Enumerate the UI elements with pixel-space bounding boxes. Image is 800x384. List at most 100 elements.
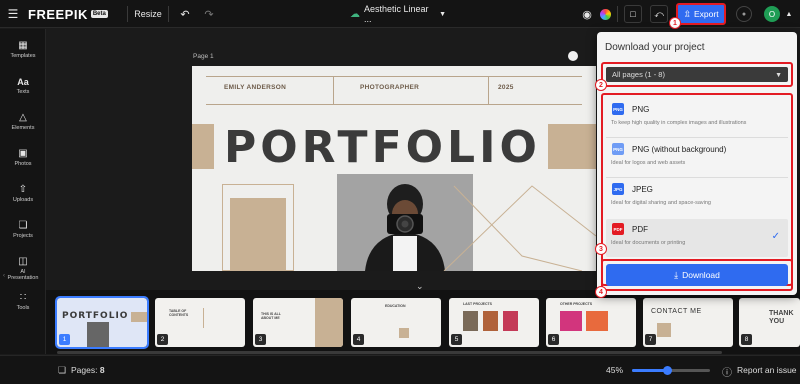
slide-title: PORTFOLIO: [224, 122, 541, 173]
undo-icon[interactable]: ↶: [178, 0, 192, 28]
divider: [606, 177, 788, 178]
zoom-slider-handle[interactable]: [663, 366, 673, 375]
thumbnail-page-8[interactable]: THANK YOU 8: [739, 298, 800, 347]
report-issue-link[interactable]: Report an issue: [737, 365, 797, 375]
status-bar: ❏ Pages: 8 45% ⓘ Report an issue: [0, 355, 800, 384]
filmstrip: PORTFOLIO 1 TABLE OF CONTENTS 2 THIS IS …: [46, 290, 800, 354]
thumb-number: 4: [353, 334, 364, 345]
decor-block: [131, 312, 147, 322]
chevron-down-icon: ▼: [775, 72, 782, 79]
decor-block: [399, 328, 409, 338]
sidebar-item-label: AI Presentation: [7, 268, 39, 282]
format-description: Ideal for documents or printing: [611, 240, 686, 246]
format-option-png[interactable]: PNG PNG To keep high quality in complex …: [606, 99, 788, 137]
thumbnail-page-5[interactable]: LAST PROJECTS 5: [449, 298, 539, 347]
decor-block: [192, 124, 214, 169]
format-option-jpeg[interactable]: JPG JPEG Ideal for digital sharing and s…: [606, 179, 788, 217]
format-name: JPEG: [632, 185, 653, 194]
pages-icon: ❏: [58, 365, 67, 375]
png-file-icon: PNG: [612, 143, 624, 155]
share-icon[interactable]: ⤺: [650, 5, 668, 23]
sidebar-item-projects[interactable]: ❏ Projects: [0, 213, 46, 247]
sidebar-item-label: Templates: [10, 53, 36, 59]
pages-count[interactable]: Pages: 8: [71, 365, 105, 375]
image-icon: ▣: [18, 148, 28, 159]
photographer-image: [337, 174, 473, 271]
thumb-photo: [503, 311, 518, 331]
decor-block: [657, 323, 671, 337]
beta-badge: Beta: [90, 10, 108, 18]
thumb-number: 3: [255, 334, 266, 345]
comment-icon[interactable]: □: [624, 5, 642, 23]
menu-icon[interactable]: ☰: [6, 0, 20, 28]
export-icon: ⇫: [683, 8, 691, 19]
sidebar-item-texts[interactable]: Aa Texts: [0, 69, 46, 103]
divider: [168, 6, 169, 22]
page-options-icon[interactable]: [568, 51, 578, 61]
thumb-title: CONTACT ME: [651, 308, 702, 315]
jpg-file-icon: JPG: [612, 183, 624, 195]
export-button[interactable]: ⇫ Export: [676, 3, 726, 25]
apps-icon: ∷: [19, 292, 27, 303]
document-title[interactable]: ☁ Aesthetic Linear ... ▼: [350, 0, 446, 28]
download-button[interactable]: ⤓ Download: [606, 264, 788, 286]
filmstrip-scrollbar[interactable]: [57, 351, 722, 354]
color-wheel-icon[interactable]: [598, 0, 612, 28]
thumbnail-page-6[interactable]: OTHER PROJECTS 6: [546, 298, 636, 347]
sidebar-item-label: Projects: [13, 233, 33, 239]
notifications-icon[interactable]: ●: [736, 6, 752, 22]
sidebar-item-label: Elements: [11, 125, 35, 131]
pages-select[interactable]: All pages (1 - 8) ▼: [606, 67, 788, 82]
avatar[interactable]: O: [764, 6, 780, 22]
slide-role: PHOTOGRAPHER: [360, 84, 420, 91]
download-panel: Download your project All pages (1 - 8) …: [597, 32, 797, 295]
text-icon: Aa: [17, 77, 29, 87]
page-label: Page 1: [193, 53, 214, 60]
sidebar-item-elements[interactable]: △ Elements: [0, 105, 46, 139]
thumb-photo: [483, 311, 498, 331]
freepik-logo[interactable]: FREEPIK Beta: [28, 0, 124, 28]
divider: [127, 6, 128, 22]
thumb-title: OTHER PROJECTS: [560, 302, 593, 306]
slide-page-1[interactable]: EMILY ANDERSON PHOTOGRAPHER 2025 PORTFOL…: [192, 66, 596, 271]
format-list: PNG PNG To keep high quality in complex …: [601, 93, 793, 286]
thumbnail-page-2[interactable]: TABLE OF CONTENTS 2: [155, 298, 245, 347]
format-option-pdf[interactable]: PDF PDF Ideal for documents or printing …: [606, 219, 788, 257]
format-name: PNG (without background): [632, 145, 727, 154]
slide-header-line: [206, 104, 582, 105]
collapse-arrow-icon[interactable]: ‹: [3, 273, 5, 279]
thumb-number: 5: [451, 334, 462, 345]
sidebar-item-uploads[interactable]: ⇧ Uploads: [0, 177, 46, 211]
slide-divider: [488, 76, 489, 104]
thumbnail-page-1[interactable]: PORTFOLIO 1: [55, 296, 149, 349]
zoom-level: 45%: [606, 365, 624, 375]
sidebar-item-tools[interactable]: ∷ Tools: [0, 285, 46, 319]
thumbnail-page-3[interactable]: THIS IS ALL ABOUT ME 3: [253, 298, 343, 347]
document-title-text: Aesthetic Linear ...: [364, 4, 429, 24]
thumbnail-page-7[interactable]: CONTACT ME 7: [643, 298, 733, 347]
thumbnail-page-4[interactable]: EDUCATION 4: [351, 298, 441, 347]
redo-icon[interactable]: ↷: [202, 0, 216, 28]
pages-number: 8: [99, 365, 105, 375]
sidebar-item-photos[interactable]: ▣ Photos: [0, 141, 46, 175]
step-badge-1: 1: [669, 17, 681, 29]
pages-label: Pages:: [71, 365, 98, 375]
thumb-title: PORTFOLIO: [62, 311, 129, 321]
thumb-photo: [463, 311, 478, 331]
format-option-png-transparent[interactable]: PNG PNG (without background) Ideal for l…: [606, 139, 788, 177]
step-badge-2: 2: [595, 79, 607, 91]
resize-button[interactable]: Resize: [133, 0, 163, 28]
pdf-file-icon: PDF: [612, 223, 624, 235]
sidebar-item-templates[interactable]: ▦ Templates: [0, 33, 46, 67]
thumb-number: 8: [741, 334, 752, 345]
sidebar-item-label: Uploads: [12, 197, 34, 203]
chevron-up-icon[interactable]: ▲: [784, 0, 794, 28]
zoom-slider[interactable]: [632, 366, 710, 375]
export-label: Export: [693, 9, 719, 19]
thumb-number: 7: [645, 334, 656, 345]
thumb-photo: [560, 311, 582, 331]
sidebar-item-ai-presentation[interactable]: ◫ AI Presentation: [0, 249, 46, 289]
logo-text: FREEPIK: [28, 6, 88, 22]
info-icon: ⓘ: [722, 368, 732, 379]
palette-icon[interactable]: ◉: [580, 0, 594, 28]
